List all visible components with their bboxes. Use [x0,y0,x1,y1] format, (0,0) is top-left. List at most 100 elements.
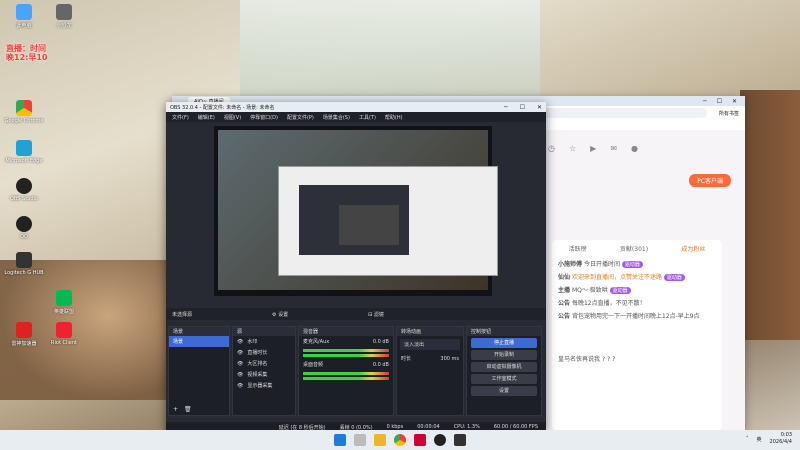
obs-minimize-button[interactable]: ─ [504,104,508,111]
desktop-icon-this-pc[interactable]: 此电脑 [4,4,44,29]
riot-taskbar-icon[interactable] [414,434,426,446]
transition-duration[interactable]: 时长 300 ms [397,353,463,364]
clock[interactable]: 0:03 2026/4/4 [770,432,792,446]
desktop-icon-ghub[interactable]: Logitech G HUB [4,252,44,276]
chat-line: 公告 背包宠物用完一下一开播时间晚上12点-早上9点 [558,313,700,320]
menu-scene-collection[interactable]: 场景集合(S) [323,114,350,121]
desktop-icon-qq[interactable]: QQ [4,216,44,240]
star-icon[interactable]: ☆ [569,144,576,153]
obs-close-button[interactable]: ✕ [537,104,542,111]
start-recording-button[interactable]: 开始录制 [471,350,537,360]
window-controls: ─ ☐ ✕ [703,98,745,105]
tab-activity[interactable]: 活跃榜 [569,244,587,253]
mixer-dock-title: 混音器 [299,327,393,336]
source-item[interactable]: 👁 视频采集 [233,369,295,380]
menu-file[interactable]: 文件(F) [172,114,189,121]
computer-icon [16,4,32,20]
scenes-tools: + 🗑 [173,406,192,413]
obs-maximize-button[interactable]: ☐ [520,104,525,111]
add-icon[interactable]: + [173,406,178,413]
source-item[interactable]: 👁 显示器采集 [233,380,295,391]
scene-item[interactable]: 场景 [169,336,229,347]
filters-button[interactable]: ⊟ 滤镜 [368,311,384,318]
mixer-dock: 混音器 麦克风/Aux 0.0 dB 桌面音频 0.0 dB [298,326,394,416]
virtual-camera-button[interactable]: 启动虚拟摄像机 [471,362,537,372]
remove-icon[interactable]: 🗑 [184,406,192,413]
wallpaper-bookshelf [740,90,800,340]
maximize-button[interactable]: ☐ [717,98,722,105]
transitions-dock: 转场动画 淡入淡出 时长 300 ms [396,326,464,416]
desktop-icon-riot[interactable]: Riot Client [44,322,84,346]
transition-select[interactable]: 淡入淡出 [400,339,460,350]
obs-titlebar: OBS 32.0.4 - 配置文件: 未命名 - 场景: 未命名 ─ ☐ ✕ [166,102,546,112]
video-icon[interactable]: ▶ [590,144,596,153]
obs-taskbar-icon[interactable] [434,434,446,446]
eye-icon[interactable]: 👁 [237,361,243,367]
bookmarks-button[interactable]: 所有书签 [719,110,739,117]
eye-icon[interactable]: 👁 [237,372,243,378]
dino-icon [56,4,72,20]
audio-meter [303,372,389,375]
message-icon[interactable]: ✉ [610,144,617,153]
menu-view[interactable]: 视图(V) [224,114,241,121]
app-taskbar-icon[interactable] [454,434,466,446]
menu-profile[interactable]: 配置文件(P) [287,114,314,121]
eye-icon[interactable]: 👁 [237,339,243,345]
desktop-icons: 此电脑 小恐龙 Google Chrome Microsoft Edge OBS… [0,0,90,430]
file-explorer-icon[interactable] [374,434,386,446]
history-icon[interactable]: ◷ [548,144,555,153]
sources-dock-title: 源 [233,327,295,336]
chat-line: 主播 MQ～ 极致哄 驱动器 [552,283,722,296]
minimize-button[interactable]: ─ [703,98,707,105]
desktop-icon-edge[interactable]: Microsoft Edge [4,140,44,164]
pc-client-button[interactable]: PC客户端 [689,174,731,187]
controls-dock-title: 控制按钮 [467,327,541,336]
tab-contribution[interactable]: 贡献(301) [620,244,648,253]
search-icon[interactable] [354,434,366,446]
obs-preview[interactable] [214,126,498,296]
settings-button[interactable]: 设置 [471,386,537,396]
nested-capture [278,166,498,276]
stop-streaming-button[interactable]: 停止直播 [471,338,537,348]
windows-start-icon[interactable] [334,434,346,446]
chat-line: 公告 每晚12点直播，不见不散！ [558,300,646,307]
close-button[interactable]: ✕ [732,98,737,105]
desktop-icon-dino[interactable]: 小恐龙 [44,4,84,29]
menu-tools[interactable]: 工具(T) [359,114,376,121]
panel-tabs: 活跃榜 贡献(301) 成为粉丝 [552,240,722,257]
source-item[interactable]: 👁 大区排名 [233,358,295,369]
desktop-icon-leishen[interactable]: 雷神加速器 [4,322,44,347]
desktop-icon-obs[interactable]: OBS Studio [4,178,44,202]
wallpaper-window [240,0,540,110]
sources-dock: 源 👁 水印 👁 直播时长 👁 大区排名 👁 视频采集 👁 显示器采集 [232,326,296,416]
eye-icon[interactable]: 👁 [237,383,243,389]
riot-icon [56,322,72,338]
obs-title: OBS 32.0.4 - 配置文件: 未命名 - 场景: 未命名 [170,104,275,111]
chrome-taskbar-icon[interactable] [394,434,406,446]
chat-panel: 活跃榜 贡献(301) 成为粉丝 小施师傅 今日开播时间 驱动器 仙仙 欢迎来到… [552,240,722,430]
properties-button[interactable]: ⚙ 设置 [272,311,288,318]
source-item[interactable]: 👁 直播时长 [233,347,295,358]
game-icon [56,290,72,306]
chat-line: 小施师傅 今日开播时间 驱动器 [552,257,722,270]
desktop-icon-lol[interactable]: 英雄联盟 [44,290,84,315]
studio-mode-button[interactable]: 工作室模式 [471,374,537,384]
tab-fans[interactable]: 成为粉丝 [681,244,705,253]
obs-window[interactable]: OBS 32.0.4 - 配置文件: 未命名 - 场景: 未命名 ─ ☐ ✕ 文… [166,102,546,432]
menu-docks[interactable]: 停靠窗口(D) [250,114,278,121]
source-item[interactable]: 👁 水印 [233,336,295,347]
system-tray: ˄ 英 0:03 2026/4/4 [746,432,792,446]
mixer-channel: 麦克风/Aux 0.0 dB [303,338,389,346]
avatar[interactable]: ● [631,144,638,153]
input-language[interactable]: 英 [757,436,762,443]
audio-meter [303,354,389,357]
obs-docks: 场景 场景 + 🗑 源 👁 水印 👁 直播时长 👁 大区排名 👁 视频采集 👁 显示器采集 … [166,326,546,416]
scenes-dock-title: 场景 [169,327,229,336]
chevron-up-icon[interactable]: ˄ [746,436,749,442]
eye-icon[interactable]: 👁 [237,350,243,356]
menu-edit[interactable]: 编辑(E) [198,114,215,121]
menu-help[interactable]: 帮助(H) [385,114,403,121]
desktop-icon-chrome[interactable]: Google Chrome [4,100,44,124]
accelerator-icon [16,322,32,338]
audio-meter [303,349,389,352]
